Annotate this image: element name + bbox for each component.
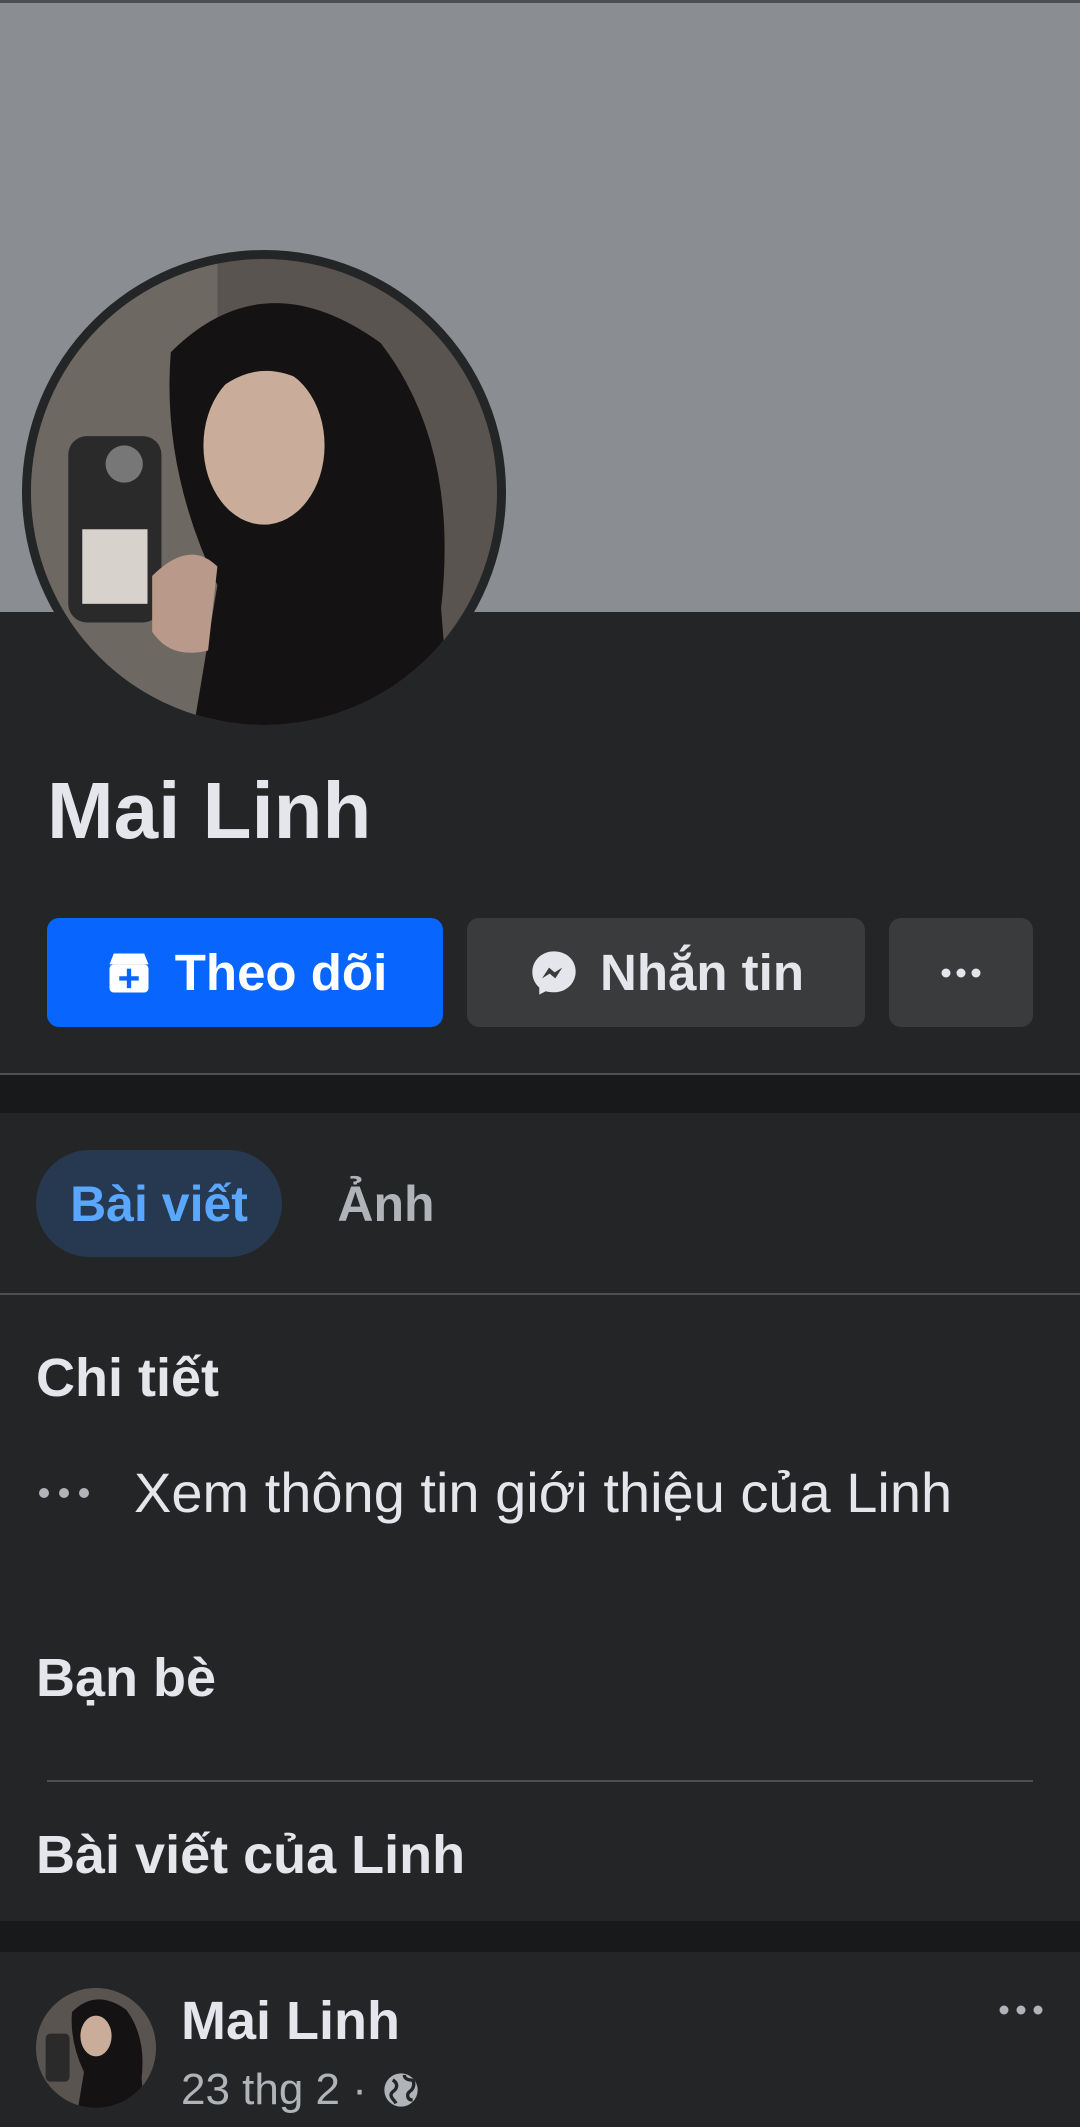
posts-heading: Bài viết của Linh — [36, 1825, 466, 1885]
tab-posts[interactable]: Bài viết — [36, 1150, 282, 1257]
post-meta: 23 thg 2 · — [181, 2064, 421, 2116]
section-gap — [0, 1921, 1080, 1952]
about-link-label: Xem thông tin giới thiệu của Linh — [134, 1461, 953, 1524]
message-label: Nhắn tin — [600, 944, 804, 1001]
friends-heading: Bạn bè — [36, 1648, 217, 1708]
follow-button[interactable]: Theo dõi — [47, 918, 443, 1027]
details-heading: Chi tiết — [36, 1348, 219, 1408]
post-author-name[interactable]: Mai Linh — [181, 1990, 400, 2052]
post-author-avatar[interactable] — [36, 1988, 156, 2108]
profile-avatar[interactable] — [31, 259, 497, 725]
more-horizontal-icon — [36, 1485, 92, 1501]
post-more-icon[interactable] — [996, 2000, 1046, 2020]
profile-name: Mai Linh — [47, 766, 372, 855]
tab-photos[interactable]: Ảnh — [308, 1150, 464, 1257]
divider — [0, 1293, 1080, 1295]
divider — [47, 1780, 1033, 1782]
about-link[interactable]: Xem thông tin giới thiệu của Linh — [36, 1455, 952, 1530]
follow-icon — [103, 947, 155, 999]
messenger-icon — [528, 947, 580, 999]
more-horizontal-icon — [936, 963, 986, 983]
globe-icon — [381, 2070, 421, 2110]
post-date: 23 thg 2 · — [181, 2065, 367, 2114]
message-button[interactable]: Nhắn tin — [467, 918, 865, 1027]
section-gap — [0, 1075, 1080, 1113]
more-options-button[interactable] — [889, 918, 1033, 1027]
follow-label: Theo dõi — [174, 944, 388, 1001]
